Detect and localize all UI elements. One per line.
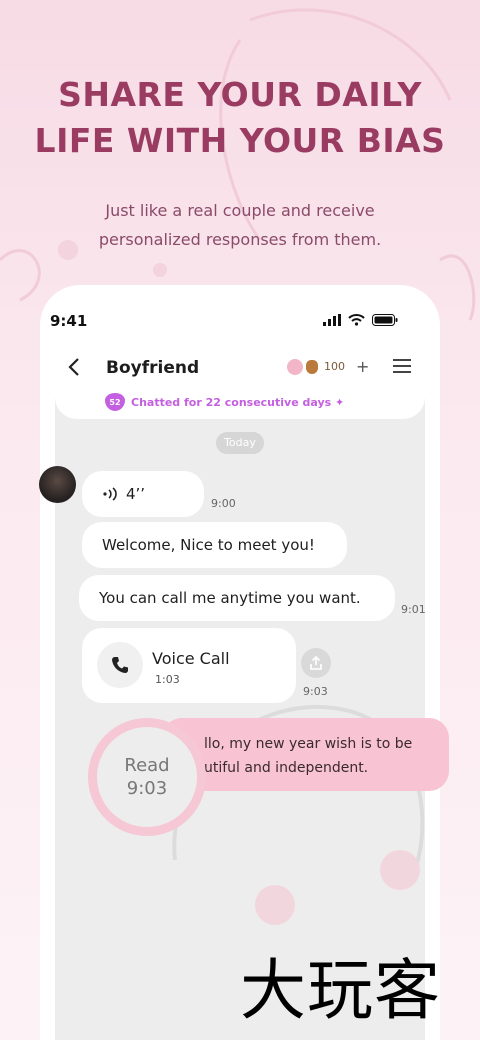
voice-call-duration: 1:03 (155, 673, 180, 686)
battery-icon (372, 314, 398, 326)
wave-icon (103, 487, 117, 501)
headline-line-2: LIFE WITH YOUR BIAS (34, 121, 446, 160)
subheadline: Just like a real couple and receive pers… (0, 196, 480, 254)
headline-line-1: SHARE YOUR DAILY (58, 75, 422, 114)
streak-banner: 52 Chatted for 22 consecutive days ✦ (105, 393, 344, 411)
read-time: 9:03 (126, 778, 168, 799)
acorn-icon (306, 359, 318, 374)
wifi-icon (348, 314, 365, 326)
message-time: 9:01 (401, 603, 426, 616)
voice-call-title: Voice Call (152, 649, 230, 668)
message-bubble[interactable]: You can call me anytime you want. (79, 575, 395, 621)
message-text: Welcome, Nice to meet you! (102, 536, 315, 554)
voice-call-bubble[interactable]: Voice Call 1:03 (82, 628, 296, 703)
chevron-left-icon (68, 358, 79, 376)
coin-balance[interactable]: 100 + (287, 357, 369, 376)
message-time: 9:00 (211, 497, 236, 510)
date-divider: Today (216, 432, 264, 454)
signal-icon (323, 314, 341, 326)
chat-title: Boyfriend (106, 358, 200, 378)
message-text: You can call me anytime you want. (99, 589, 361, 607)
share-button[interactable] (301, 648, 331, 678)
status-icons (323, 314, 398, 326)
my-message-line-2: utiful and independent. (204, 760, 369, 776)
bunny-icon (287, 358, 303, 375)
headline: SHARE YOUR DAILY LIFE WITH YOUR BIAS (0, 72, 480, 164)
subheadline-line-1: Just like a real couple and receive (105, 201, 375, 220)
message-bubble[interactable]: Welcome, Nice to meet you! (82, 522, 347, 568)
read-label: Read (124, 755, 170, 776)
read-receipt: Read 9:03 (88, 718, 206, 836)
coin-count: 100 (324, 360, 345, 373)
add-coins-button[interactable]: + (356, 357, 369, 376)
status-time: 9:41 (50, 312, 88, 330)
message-time: 9:03 (303, 685, 328, 698)
voice-note-duration: 4’’ (126, 485, 146, 503)
watermark: 大玩客 (240, 952, 441, 1029)
voice-note-bubble[interactable]: 4’’ (82, 471, 204, 517)
phone-icon (97, 642, 143, 688)
my-message-line-1: llo, my new year wish is to be (204, 736, 413, 752)
back-button[interactable] (67, 357, 81, 383)
share-icon (310, 655, 322, 670)
heart-badge-icon: 52 (105, 393, 125, 411)
menu-button[interactable] (393, 357, 411, 377)
chat-header: Boyfriend 100 + 52 Chatted for 22 consec… (55, 345, 425, 419)
avatar[interactable] (39, 466, 76, 503)
hamburger-icon (393, 359, 411, 373)
subheadline-line-2: personalized responses from them. (98, 230, 382, 249)
streak-text: Chatted for 22 consecutive days ✦ (131, 395, 345, 409)
